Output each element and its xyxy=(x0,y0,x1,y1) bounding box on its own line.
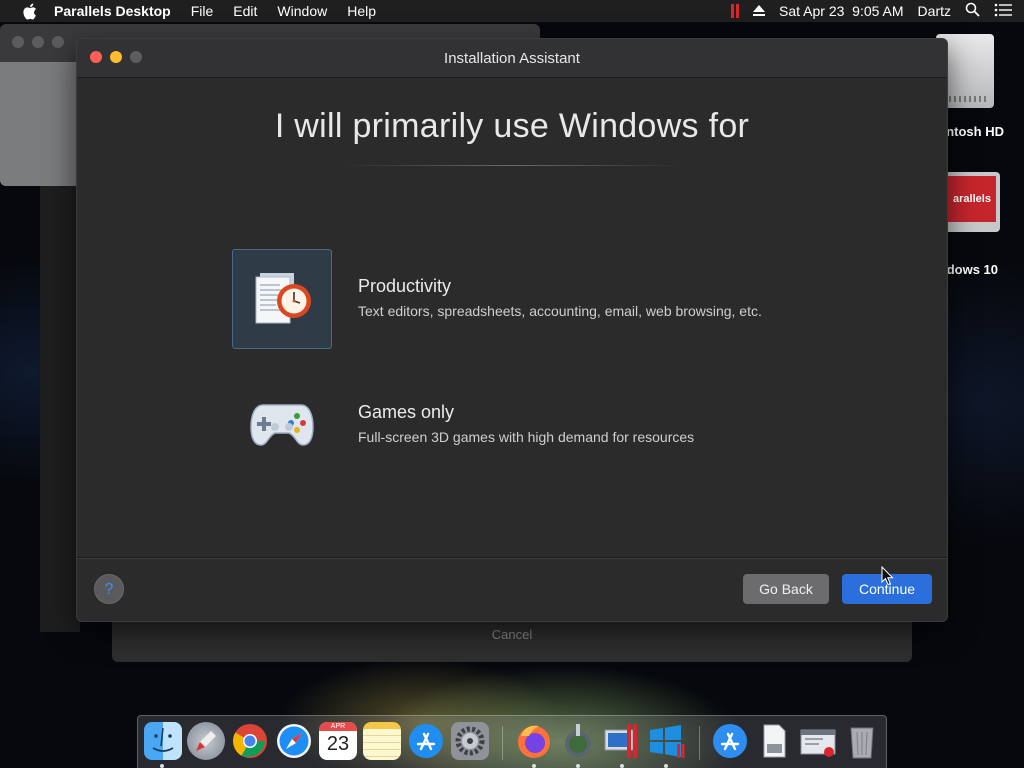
app-store-icon[interactable] xyxy=(407,722,445,760)
system-preferences-icon[interactable] xyxy=(451,722,489,760)
eject-icon[interactable] xyxy=(753,5,766,17)
running-indicator xyxy=(664,764,668,768)
safari-icon[interactable] xyxy=(275,722,313,760)
running-indicator xyxy=(532,764,536,768)
apple-menu-icon[interactable] xyxy=(20,2,38,20)
firefox-icon[interactable] xyxy=(515,722,553,760)
help-button[interactable]: ? xyxy=(94,574,124,604)
option-icon-box xyxy=(232,249,332,349)
utility-app-icon[interactable] xyxy=(559,722,597,760)
option-icon-box xyxy=(232,375,332,475)
launchpad-icon[interactable] xyxy=(187,722,225,760)
go-back-button[interactable]: Go Back xyxy=(743,574,829,604)
menu-window[interactable]: Window xyxy=(277,3,327,19)
parallels-wizard-icon[interactable] xyxy=(799,722,837,760)
cancel-button[interactable]: Cancel xyxy=(492,627,532,642)
installation-assistant-window: Installation Assistant I will primarily … xyxy=(76,38,948,622)
dock-separator xyxy=(502,726,503,760)
menu-app-name[interactable]: Parallels Desktop xyxy=(54,3,171,19)
clock[interactable]: Sat Apr 23 9:05 AM xyxy=(779,3,904,19)
spotlight-search-icon[interactable] xyxy=(965,2,980,20)
user-name[interactable]: Dartz xyxy=(918,3,951,19)
parallels-vm-icon[interactable]: arallels xyxy=(944,172,1000,232)
background-window-shade xyxy=(40,186,80,632)
parallels-logo: arallels xyxy=(948,176,996,222)
calendar-icon[interactable]: APR 23 xyxy=(319,722,357,760)
title-bar[interactable]: Installation Assistant xyxy=(77,39,947,78)
productivity-icon xyxy=(250,265,314,334)
menu-bar: Parallels Desktop File Edit Window Help … xyxy=(0,0,1024,22)
dock-separator xyxy=(699,726,700,760)
option-games-only[interactable]: Games only Full-screen 3D games with hig… xyxy=(232,375,832,477)
notification-center-icon[interactable] xyxy=(994,3,1012,20)
menu-edit[interactable]: Edit xyxy=(233,3,257,19)
windows-10-icon[interactable] xyxy=(647,722,685,760)
trash-icon[interactable] xyxy=(843,722,881,760)
chrome-icon[interactable] xyxy=(231,722,269,760)
option-productivity[interactable]: Productivity Text editors, spreadsheets,… xyxy=(232,249,832,351)
parallels-status-icon[interactable] xyxy=(731,4,740,18)
downloads-folder-icon[interactable] xyxy=(711,722,749,760)
finder-icon[interactable] xyxy=(144,722,182,760)
running-indicator xyxy=(160,764,164,768)
parallels-control-center-icon[interactable] xyxy=(603,722,641,760)
menu-help[interactable]: Help xyxy=(347,3,376,19)
calendar-month: APR xyxy=(319,722,357,731)
running-indicator xyxy=(620,764,624,768)
window-title: Installation Assistant xyxy=(444,50,580,67)
page-heading: I will primarily use Windows for xyxy=(274,107,750,145)
footer-divider-highlight xyxy=(77,558,947,559)
option-title: Productivity xyxy=(358,276,452,296)
dock: APR 23 xyxy=(137,715,887,768)
heading-divider xyxy=(343,165,683,166)
menu-file[interactable]: File xyxy=(191,3,214,19)
option-description: Full-screen 3D games with high demand fo… xyxy=(358,429,695,445)
notes-icon[interactable] xyxy=(363,722,401,760)
running-indicator xyxy=(576,764,580,768)
documents-folder-icon[interactable] xyxy=(755,722,793,760)
mouse-cursor-icon xyxy=(881,566,894,586)
option-description: Text editors, spreadsheets, accounting, … xyxy=(358,303,762,319)
calendar-day: 23 xyxy=(326,733,350,755)
gamepad-icon xyxy=(249,397,315,454)
option-title: Games only xyxy=(358,402,455,422)
